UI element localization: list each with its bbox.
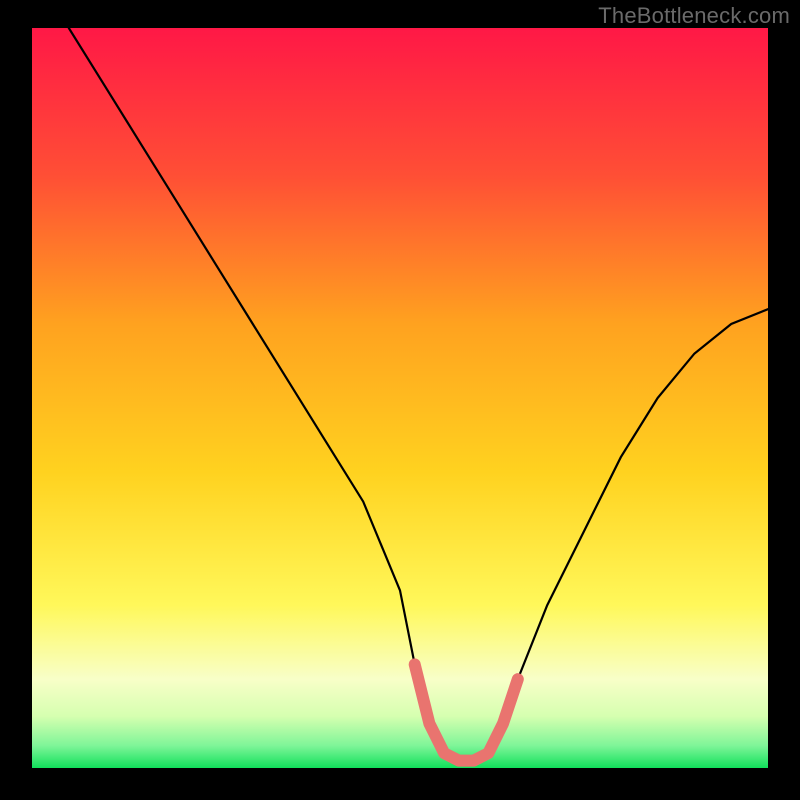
chart-plot-area xyxy=(32,28,768,768)
chart-frame: TheBottleneck.com xyxy=(0,0,800,800)
watermark-text: TheBottleneck.com xyxy=(598,3,790,29)
chart-svg xyxy=(32,28,768,768)
